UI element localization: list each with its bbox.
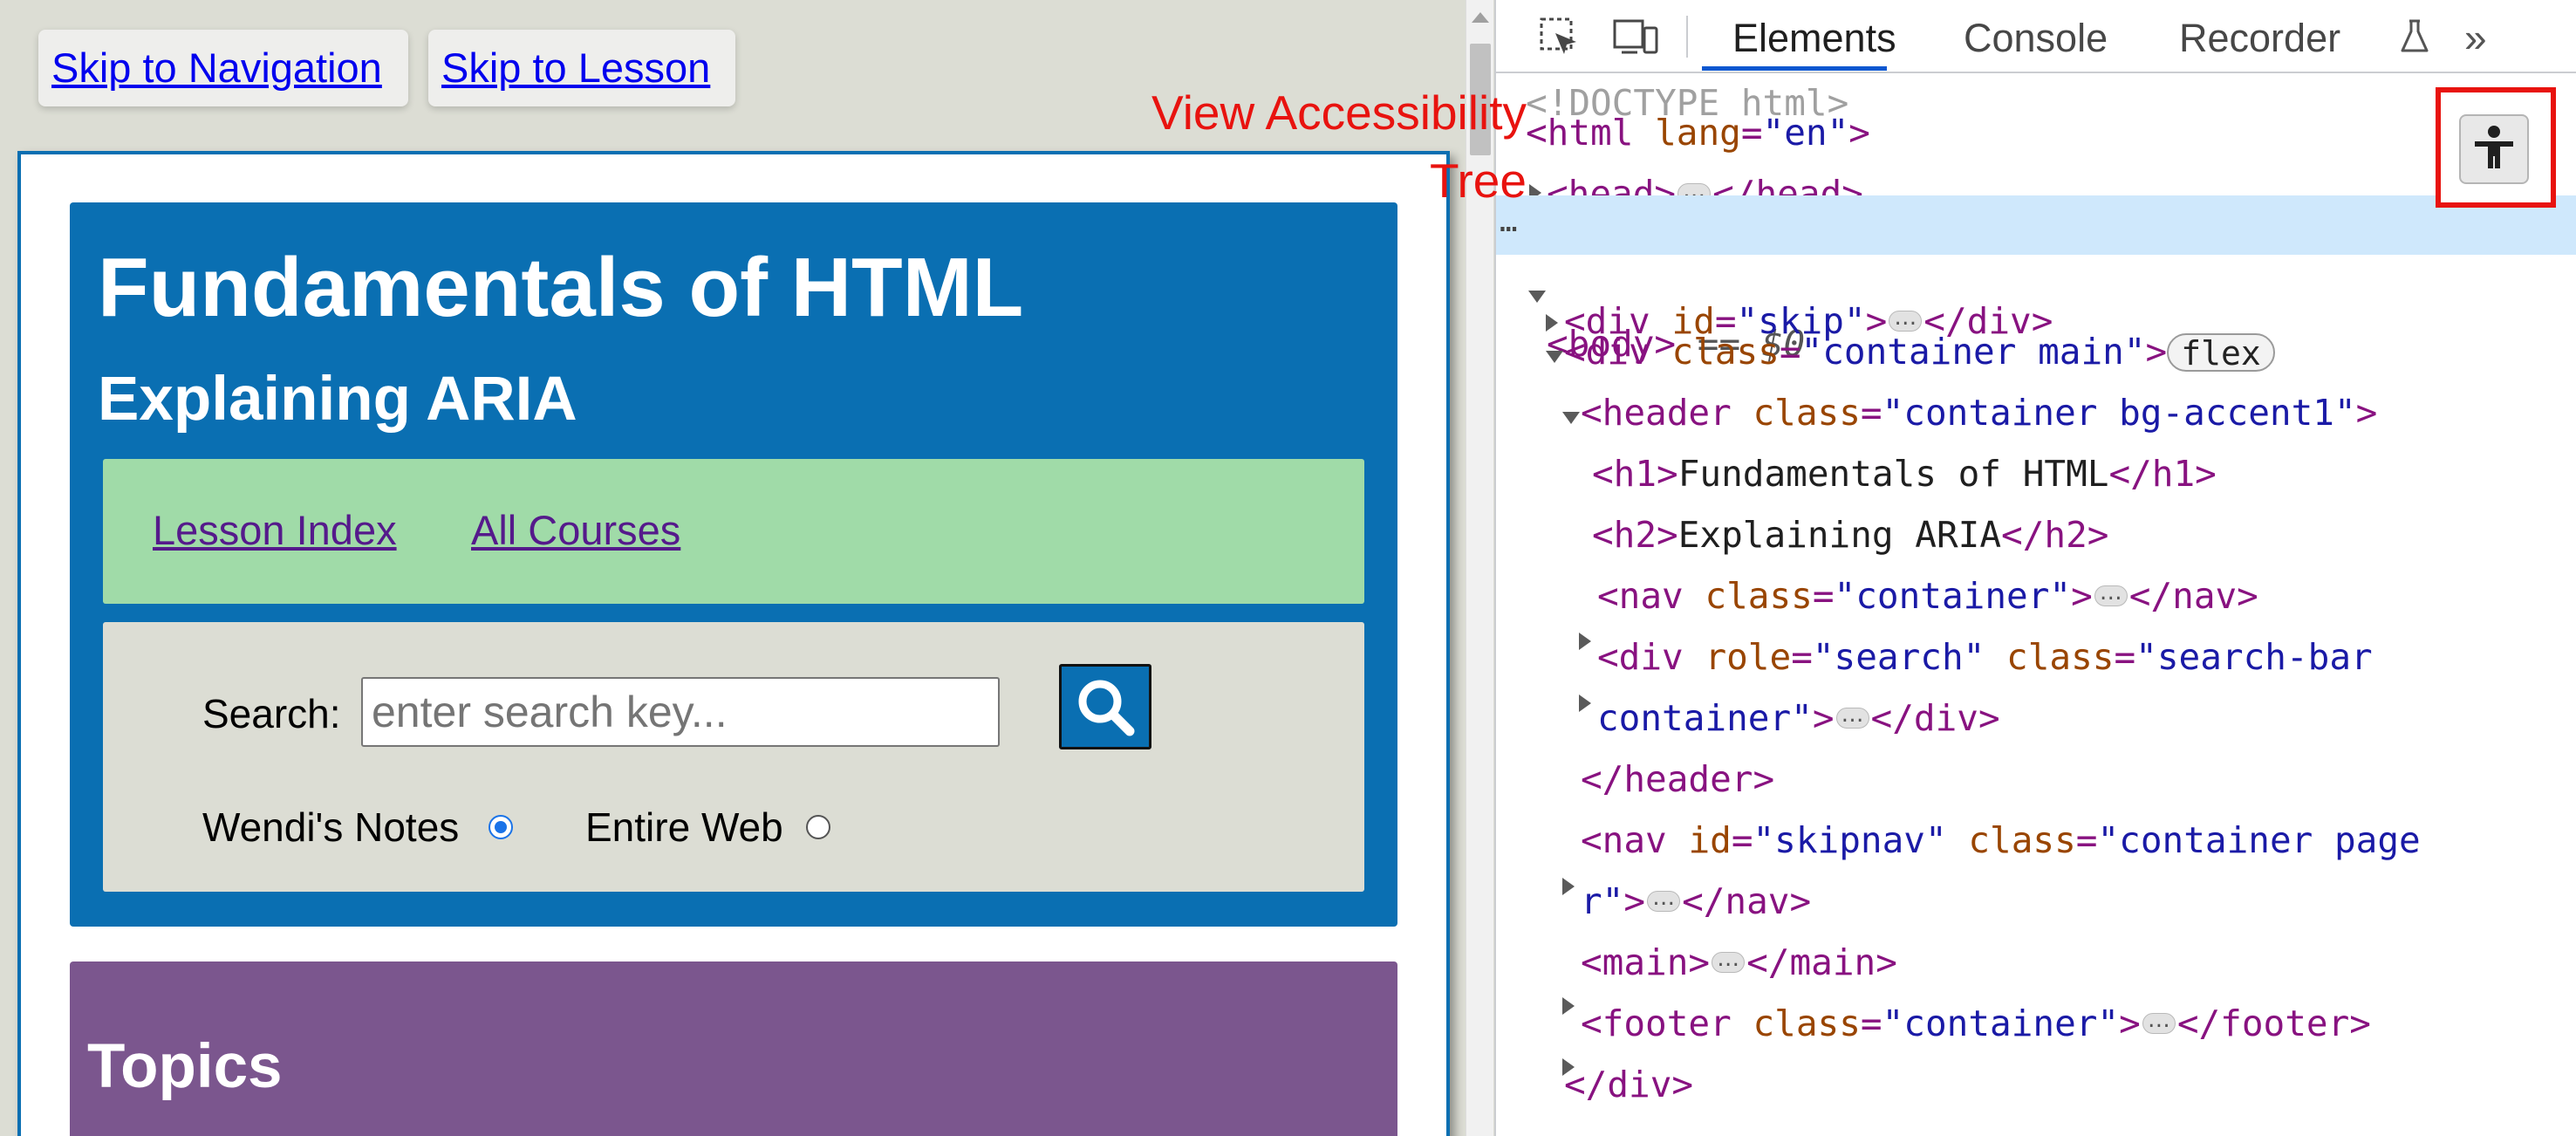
flask-experimental-icon xyxy=(2401,19,2429,52)
dom-node-div-close[interactable]: </div> xyxy=(1564,1055,1693,1114)
all-courses-link[interactable]: All Courses xyxy=(471,504,680,557)
radio-label-wendis-notes: Wendi's Notes xyxy=(202,804,460,850)
dom-node-nav-container[interactable]: <nav class="container">… </nav> xyxy=(1597,566,2258,626)
lesson-index-link[interactable]: Lesson Index xyxy=(153,504,397,557)
more-tabs-chevron-icon[interactable]: » xyxy=(2464,0,2487,75)
dom-node-header[interactable]: <header class="container bg-accent1"> xyxy=(1581,383,2377,442)
device-toolbar-icon[interactable] xyxy=(1611,16,1660,58)
dom-node-nav-skipnav-continued[interactable]: r">… </nav> xyxy=(1581,872,1811,931)
dom-node-div-search[interactable]: <div role="search" class="search-bar xyxy=(1597,627,2373,687)
accessibility-person-icon xyxy=(2475,126,2513,168)
dom-node-nav-skipnav[interactable]: <nav id="skipnav" class="container page xyxy=(1581,811,2421,870)
view-accessibility-tree-annotation: View Accessibility Tree xyxy=(1151,86,1527,208)
collapsed-ellipsis-icon[interactable]: … xyxy=(1647,886,1681,912)
dom-node-div-container-main[interactable]: <div class="container main"> flex xyxy=(1564,322,2275,381)
flex-badge[interactable]: flex xyxy=(2167,333,2275,372)
dom-node-footer[interactable]: <footer class="container">… </footer> xyxy=(1581,994,2371,1053)
dom-node-header-close[interactable]: </header> xyxy=(1581,749,1774,809)
tab-console[interactable]: Console xyxy=(1964,0,2108,72)
dom-node-html[interactable]: <html lang="en"> xyxy=(1526,103,1870,162)
accessibility-tree-button[interactable] xyxy=(2459,114,2529,184)
dom-node-main[interactable]: <main>… </main> xyxy=(1581,933,1897,992)
search-input[interactable] xyxy=(361,677,1000,747)
dom-node-h1[interactable]: <h1>Fundamentals of HTML</h1> xyxy=(1592,444,2217,503)
dom-node-h2[interactable]: <h2>Explaining ARIA</h2> xyxy=(1592,505,2108,565)
dom-node-body-selected[interactable]: … <body> == $0 xyxy=(1496,195,2576,365)
expand-triangle-icon[interactable] xyxy=(1579,695,1591,712)
radio-wendis-notes[interactable] xyxy=(489,815,513,839)
radio-entire-web[interactable] xyxy=(806,815,830,839)
expand-triangle-icon[interactable] xyxy=(1579,633,1591,650)
radio-label-entire-web: Entire Web xyxy=(585,804,783,850)
expand-triangle-icon[interactable] xyxy=(1546,314,1558,332)
inspect-element-icon[interactable] xyxy=(1538,16,1580,58)
tab-recorder[interactable]: Recorder xyxy=(2179,0,2340,72)
toolbar-separator xyxy=(1686,16,1688,58)
page-title: Fundamentals of HTML xyxy=(98,241,1024,334)
active-tab-indicator xyxy=(1702,66,1887,71)
dom-node-div-search-continued[interactable]: container">… </div> xyxy=(1597,688,2000,748)
expand-triangle-icon[interactable] xyxy=(1562,878,1575,895)
search-icon xyxy=(1078,680,1135,736)
collapsed-ellipsis-icon[interactable]: … xyxy=(2142,1009,2176,1034)
expand-triangle-icon[interactable] xyxy=(1562,997,1575,1015)
search-label: Search: xyxy=(202,691,341,736)
page-subtitle: Explaining ARIA xyxy=(98,365,577,434)
skip-to-navigation-link[interactable]: Skip to Navigation xyxy=(38,30,408,106)
collapse-triangle-icon[interactable] xyxy=(1546,351,1563,363)
topics-heading: Topics xyxy=(87,1032,283,1101)
collapsed-ellipsis-icon[interactable]: … xyxy=(1712,948,1746,973)
collapse-triangle-icon[interactable] xyxy=(1528,291,1546,303)
collapsed-ellipsis-icon[interactable]: … xyxy=(2094,581,2128,606)
search-button[interactable] xyxy=(1059,664,1151,749)
collapsed-ellipsis-icon[interactable]: … xyxy=(1835,703,1869,729)
devtools-toolbar: Elements Console Recorder » xyxy=(1496,0,2576,73)
tab-elements[interactable]: Elements xyxy=(1732,0,1896,72)
elements-dom-tree: <!DOCTYPE html> <html lang="en"> <head>…… xyxy=(1496,73,2576,1136)
collapse-triangle-icon[interactable] xyxy=(1562,412,1580,424)
scroll-up-arrow-icon[interactable] xyxy=(1472,12,1489,23)
devtools-panel: Elements Console Recorder » <!DOCTYPE ht… xyxy=(1494,0,2576,1136)
skip-to-lesson-link[interactable]: Skip to Lesson xyxy=(428,30,735,106)
